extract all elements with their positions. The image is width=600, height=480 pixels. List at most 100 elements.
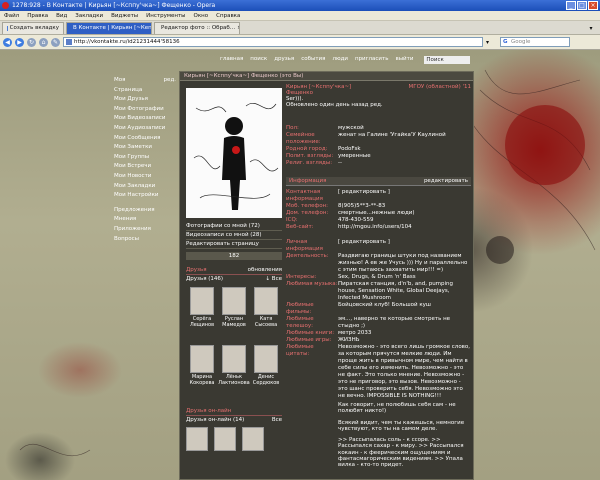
wand-icon[interactable]: ✎ (51, 37, 60, 47)
left-menu-item-settings[interactable]: Мои Настройки (114, 191, 176, 201)
web-page: главная поиск друзья события люди пригла… (0, 50, 600, 480)
tab-vkontakte[interactable]: В Контакте | Кирьян [~Кеппу'чка~] × (66, 22, 152, 34)
nav-invite[interactable]: пригласить (355, 56, 388, 64)
menu-window[interactable]: Окно (194, 11, 209, 20)
menu-bookmarks[interactable]: Закладки (75, 11, 103, 20)
info-value[interactable]: Пиратская станция, d'n'b, and, pumping h… (338, 281, 471, 302)
tab-menu-icon[interactable]: ▾ (586, 24, 596, 34)
left-menu-item-photos[interactable]: Мои Фотографии (114, 105, 176, 115)
friends-count: Друзья (146) (186, 276, 224, 282)
reload-icon[interactable]: ↻ (27, 37, 36, 47)
friend-card[interactable]: Катя Сысоева (250, 285, 282, 343)
edit-page-link[interactable]: Редактировать страницу (186, 240, 282, 249)
profile-header: Кирьян [~Ксппу'чка~] Фещенко (это Вы) (180, 72, 473, 81)
left-menu-item-events[interactable]: Мои Встречи (114, 162, 176, 172)
info-value[interactable]: Бойцовский клуб! Большой куш (338, 302, 471, 316)
friend-card[interactable]: Марина Кокорева (186, 343, 218, 401)
friend-avatar[interactable] (254, 287, 278, 315)
menu-view[interactable]: Вид (56, 11, 67, 20)
top-search-input[interactable]: Поиск (424, 56, 471, 64)
friends-all-link[interactable]: ↓ Все (265, 275, 282, 283)
friend-avatar[interactable] (190, 345, 214, 373)
left-menu-item-videos[interactable]: Мои Видеозаписи (114, 114, 176, 124)
close-icon[interactable]: × (588, 1, 598, 10)
website-link[interactable]: http://mgou.info/users/104 (338, 224, 471, 231)
friend-name[interactable]: Денис Сердюков (250, 374, 282, 386)
about-paragraph: Как говорит, не полюбишь себя сам - не п… (338, 402, 456, 415)
friend-name[interactable]: Катя Сысоева (250, 316, 282, 328)
nav-home[interactable]: главная (220, 56, 243, 64)
left-menu-item-audio[interactable]: Мои Аудиозаписи (114, 124, 176, 134)
maximize-icon[interactable]: □ (577, 1, 587, 10)
friend-card[interactable]: Руслан Мамедов (218, 285, 250, 343)
friend-avatar[interactable] (222, 345, 246, 373)
friend-avatar[interactable] (190, 287, 214, 315)
videos-with-me-link[interactable]: Видеозаписи со мной (28) (186, 231, 282, 240)
left-menu-item-questions[interactable]: Вопросы (114, 235, 176, 245)
nav-search[interactable]: поиск (250, 56, 267, 64)
search-input[interactable]: Google (500, 37, 571, 47)
personal-head-title: Личная информация (286, 239, 323, 252)
friend-name[interactable]: Лёньк Лактионова (218, 374, 250, 386)
home-icon[interactable]: ⌂ (39, 37, 48, 47)
friend-card[interactable]: Денис Сердюков (250, 343, 282, 401)
go-icon[interactable]: ▾ (486, 39, 489, 46)
left-menu-item-apps[interactable]: Приложения (114, 225, 176, 235)
left-menu-item-news[interactable]: Мои Новости (114, 172, 176, 182)
info-value[interactable]: Sex, Drugs, & Drum 'n' Bass (338, 274, 471, 281)
forward-icon[interactable]: ▶ (15, 37, 24, 47)
menu-widgets[interactable]: Виджеты (111, 11, 138, 20)
info-value[interactable]: эм..., наверно те которые смотреть не ст… (338, 316, 471, 330)
left-menu-item-friends[interactable]: Мои Друзья (114, 95, 176, 105)
friend-card[interactable]: Лёньк Лактионова (218, 343, 250, 401)
friend-avatar[interactable] (254, 345, 278, 373)
left-menu-item-messages[interactable]: Мои Сообщения (114, 134, 176, 144)
tab-photo-editor[interactable]: Редактор фото :: Обраб... × (154, 22, 240, 34)
info-value[interactable]: женат на Галине 'Угайка'У Каулиной (338, 132, 471, 146)
online-friend-avatar[interactable] (186, 427, 208, 451)
nav-friends[interactable]: друзья (274, 56, 294, 64)
friend-name[interactable]: Руслан Мамедов (218, 316, 250, 328)
info-value: 8(905)5**3-**-83 (338, 203, 386, 209)
friend-avatar[interactable] (222, 287, 246, 315)
left-menu-item-page[interactable]: Страница (114, 86, 176, 96)
left-menu-item-opinions[interactable]: Мнения (114, 215, 176, 225)
left-menu-item-bookmarks[interactable]: Мои Закладки (114, 182, 176, 192)
info-key: Любимая музыка: (286, 281, 338, 287)
minimize-icon[interactable]: _ (566, 1, 576, 10)
left-menu-item-groups[interactable]: Мои Группы (114, 153, 176, 163)
menu-tools[interactable]: Инструменты (146, 11, 185, 20)
left-menu-item-offers[interactable]: Предложения (114, 206, 176, 216)
friend-name[interactable]: Серёга Лещинов (186, 316, 218, 328)
new-tab-button[interactable]: Создать вкладку (2, 22, 64, 34)
nav-people[interactable]: люди (332, 56, 348, 64)
info-edit-link[interactable]: редактировать (424, 177, 468, 185)
contacts-edit-link[interactable]: [ редактировать ] (338, 189, 471, 203)
photos-with-me-link[interactable]: Фотографии со мной (72) (186, 222, 282, 231)
back-icon[interactable]: ◀ (3, 37, 12, 47)
left-menu-edit-link[interactable]: ред. (164, 76, 176, 86)
online-friend-avatar[interactable] (242, 427, 264, 451)
tab-close-icon[interactable]: × (237, 23, 239, 34)
info-value[interactable]: метро 2033 (338, 330, 471, 337)
left-menu-item-notes[interactable]: Мои Заметки (114, 143, 176, 153)
info-value[interactable]: ЖИЗНЬ (338, 337, 471, 344)
nav-logout[interactable]: выйти (395, 56, 413, 64)
left-menu-item-my[interactable]: Моя ред. (114, 76, 176, 86)
online-friend-avatar[interactable] (214, 427, 236, 451)
friend-name[interactable]: Марина Кокорева (186, 374, 218, 386)
info-value[interactable]: PodoFsk (338, 146, 471, 153)
profile-photo[interactable] (186, 88, 282, 218)
menu-edit[interactable]: Правка (27, 11, 48, 20)
about-paragraph: >> Рассыпалась соль - к ссоре. >> Рассып… (338, 437, 464, 469)
nav-events[interactable]: события (301, 56, 325, 64)
friend-card[interactable]: Серёга Лещинов (186, 285, 218, 343)
menu-file[interactable]: Файл (4, 11, 19, 20)
profile-university[interactable]: МГОУ (областной) '11 (409, 84, 472, 90)
menu-help[interactable]: Справка (216, 11, 240, 20)
online-friends-all-link[interactable]: Все (272, 416, 282, 424)
info-value[interactable]: умеренные (338, 153, 471, 160)
address-input[interactable]: http://vkontakte.ru/id21231444'58136 (63, 37, 483, 47)
personal-edit-link[interactable]: [ редактировать ] (338, 239, 471, 253)
friends-updates-link[interactable]: обновления (248, 266, 282, 274)
